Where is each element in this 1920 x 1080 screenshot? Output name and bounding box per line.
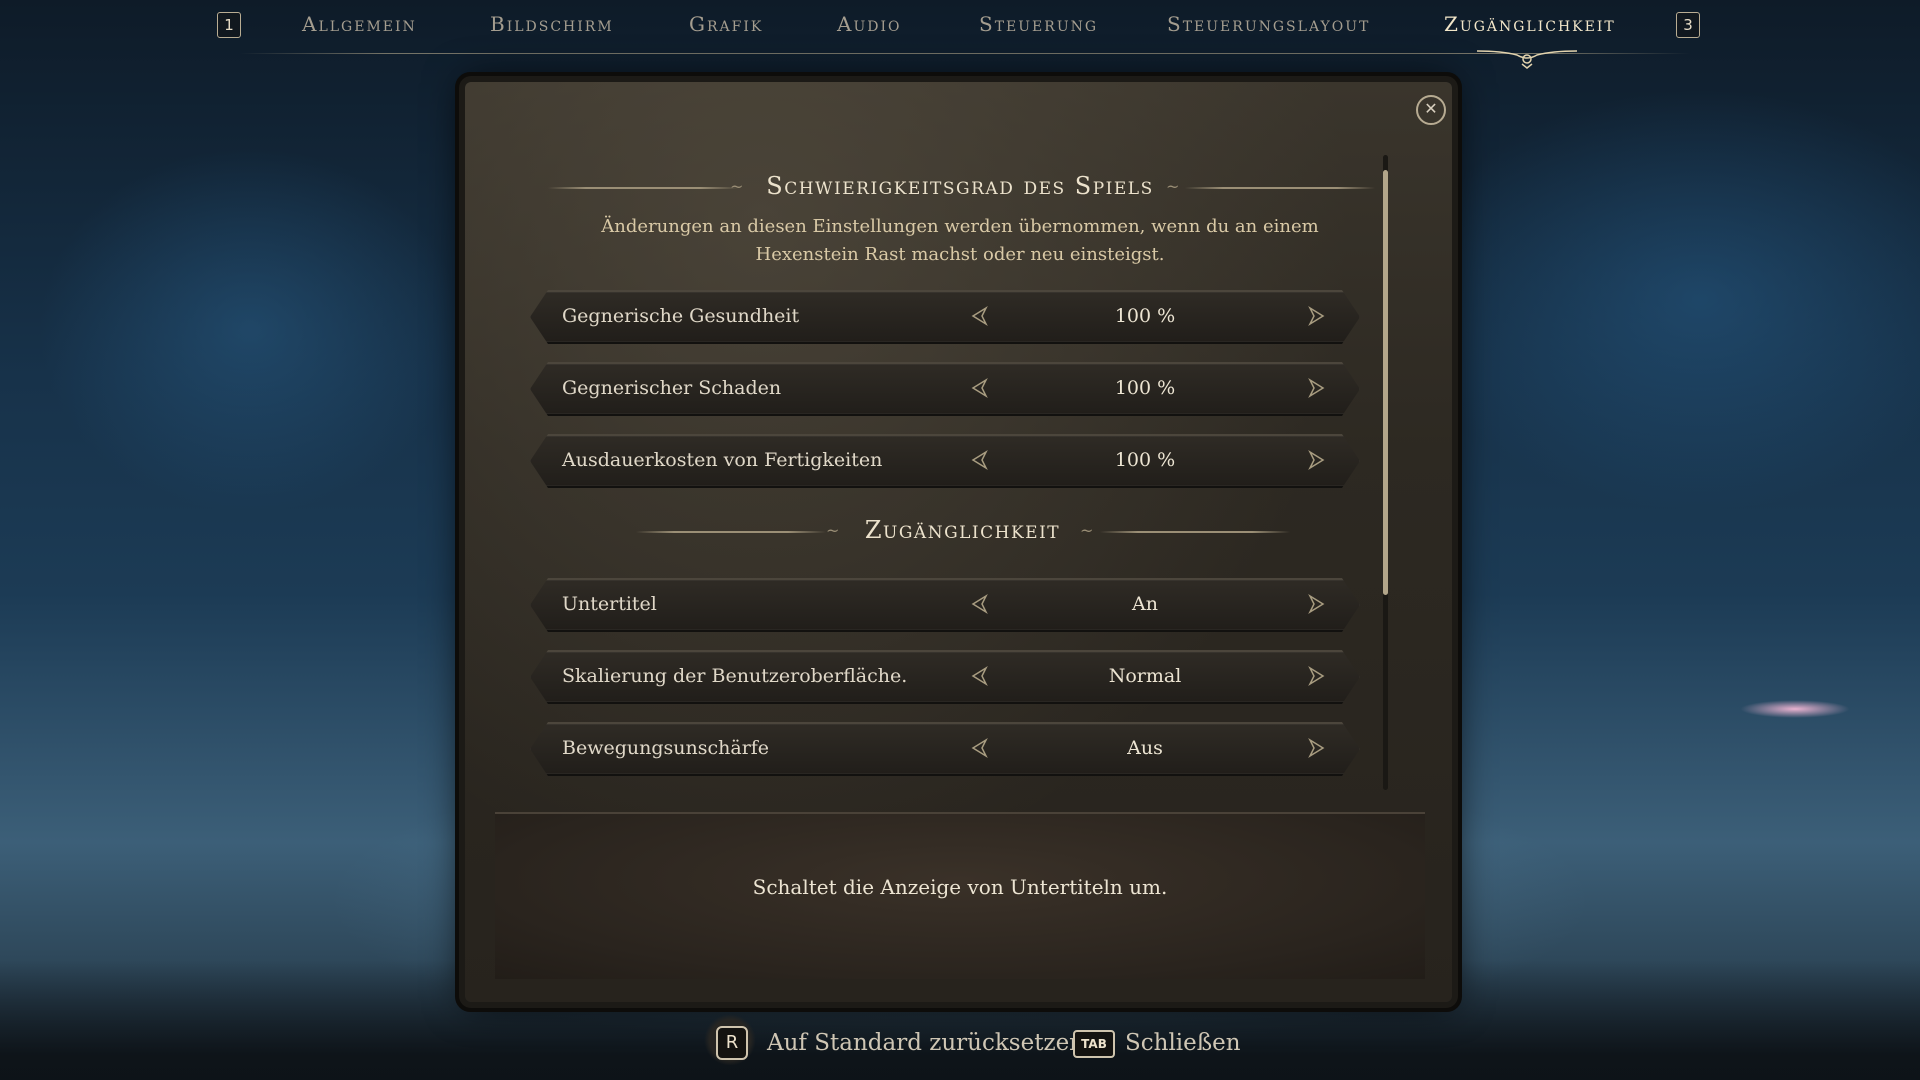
chevron-left-icon[interactable] xyxy=(968,736,992,760)
setting-row-motion-blur[interactable]: Bewegungsunschärfe Aus xyxy=(530,722,1360,776)
chevron-right-icon[interactable] xyxy=(1304,304,1328,328)
setting-value: Aus xyxy=(1127,737,1163,759)
next-tab-key[interactable]: 3 xyxy=(1676,12,1700,38)
chevron-left-icon[interactable] xyxy=(968,592,992,616)
background-glow xyxy=(1740,700,1850,718)
setting-label: Skalierung der Benutzeroberfläche. xyxy=(562,665,908,687)
chevron-right-icon[interactable] xyxy=(1304,664,1328,688)
close-icon[interactable]: ✕ xyxy=(1416,95,1446,125)
scroll-ornament-icon: ~ xyxy=(1166,177,1180,196)
chevron-right-icon[interactable] xyxy=(1304,736,1328,760)
setting-row-subtitles[interactable]: Untertitel An xyxy=(530,578,1360,632)
setting-label: Ausdauerkosten von Fertigkeiten xyxy=(562,449,883,471)
setting-value: 100 % xyxy=(1114,449,1176,471)
setting-value: An xyxy=(1132,593,1158,615)
chevron-left-icon[interactable] xyxy=(968,448,992,472)
reset-key-icon[interactable]: R xyxy=(716,1026,748,1060)
tab-steuerung[interactable]: Steuerung xyxy=(979,12,1098,36)
close-button[interactable]: Schließen xyxy=(1125,1030,1241,1056)
prev-tab-key[interactable]: 1 xyxy=(217,12,241,38)
tab-zugaenglichkeit[interactable]: Zugänglichkeit xyxy=(1444,12,1616,36)
tab-key-icon[interactable]: TAB xyxy=(1073,1030,1115,1058)
setting-label: Gegnerischer Schaden xyxy=(562,377,782,399)
setting-label: Gegnerische Gesundheit xyxy=(562,305,800,327)
scroll-ornament-icon: ~ xyxy=(1080,521,1094,540)
settings-tab-bar xyxy=(0,0,1920,60)
chevron-left-icon[interactable] xyxy=(968,664,992,688)
setting-description: Schaltet die Anzeige von Untertiteln um. xyxy=(752,875,1168,899)
active-tab-ornament-icon xyxy=(1476,50,1578,69)
reset-to-default-button[interactable]: Auf Standard zurücksetzen xyxy=(767,1030,1084,1056)
setting-value: Normal xyxy=(1108,665,1182,687)
chevron-left-icon[interactable] xyxy=(968,304,992,328)
tab-steuerungslayout[interactable]: Steuerungslayout xyxy=(1167,12,1370,36)
setting-value: 100 % xyxy=(1114,305,1176,327)
scroll-ornament-icon: ~ xyxy=(730,177,744,196)
chevron-right-icon[interactable] xyxy=(1304,376,1328,400)
tab-grafik[interactable]: Grafik xyxy=(689,12,763,36)
setting-label: Untertitel xyxy=(562,593,657,615)
title-rule-left xyxy=(548,187,738,189)
tab-bildschirm[interactable]: Bildschirm xyxy=(490,12,614,36)
scroll-ornament-icon: ~ xyxy=(826,521,840,540)
setting-row-enemy-damage[interactable]: Gegnerischer Schaden 100 % xyxy=(530,362,1360,416)
setting-row-stamina-cost[interactable]: Ausdauerkosten von Fertigkeiten 100 % xyxy=(530,434,1360,488)
difficulty-section-title: Schwierigkeitsgrad des Spiels xyxy=(766,172,1154,200)
accessibility-section-title: Zugänglichkeit xyxy=(864,516,1061,544)
setting-label: Bewegungsunschärfe xyxy=(562,737,770,759)
title-rule-right xyxy=(1100,531,1290,533)
scrollbar-thumb[interactable] xyxy=(1383,170,1388,595)
setting-row-enemy-health[interactable]: Gegnerische Gesundheit 100 % xyxy=(530,290,1360,344)
title-rule-left xyxy=(636,531,826,533)
chevron-left-icon[interactable] xyxy=(968,376,992,400)
setting-value: 100 % xyxy=(1114,377,1176,399)
setting-row-ui-scaling[interactable]: Skalierung der Benutzeroberfläche. Norma… xyxy=(530,650,1360,704)
chevron-right-icon[interactable] xyxy=(1304,592,1328,616)
chevron-right-icon[interactable] xyxy=(1304,448,1328,472)
difficulty-description: Änderungen an diesen Einstellungen werde… xyxy=(601,216,1319,265)
title-rule-right xyxy=(1185,187,1375,189)
tab-allgemein[interactable]: Allgemein xyxy=(302,12,417,36)
tab-audio[interactable]: Audio xyxy=(837,12,901,36)
